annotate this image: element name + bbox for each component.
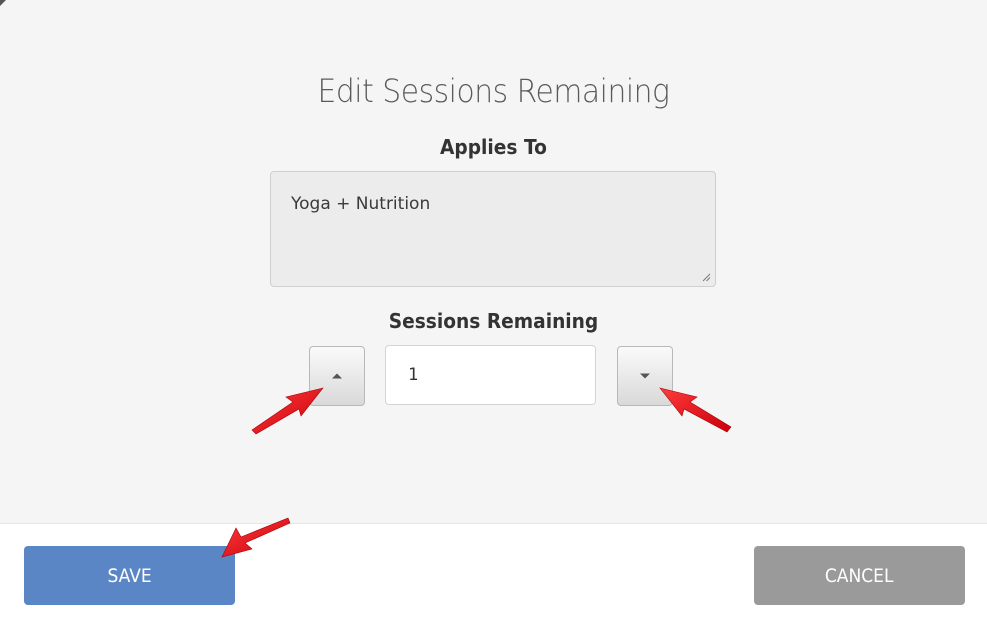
decrement-button[interactable]: [617, 346, 673, 406]
cancel-button[interactable]: CANCEL: [754, 546, 965, 605]
caret-up-icon: [332, 373, 342, 379]
sessions-remaining-label: Sessions Remaining: [388, 309, 599, 333]
resize-grip-icon[interactable]: [701, 272, 711, 282]
applies-to-value: Yoga + Nutrition: [291, 194, 431, 214]
sessions-remaining-input[interactable]: [385, 345, 596, 405]
increment-button[interactable]: [309, 346, 365, 406]
applies-to-label: Applies To: [440, 135, 547, 159]
caret-down-icon: [640, 373, 650, 379]
save-button[interactable]: SAVE: [24, 546, 235, 605]
corner-mark: [0, 0, 6, 6]
modal-body: Edit Sessions Remaining Applies To Yoga …: [0, 0, 987, 524]
applies-to-textarea[interactable]: Yoga + Nutrition: [270, 171, 716, 287]
save-button-label: SAVE: [107, 564, 152, 587]
cancel-button-label: CANCEL: [825, 564, 894, 587]
dialog-title: Edit Sessions Remaining: [317, 72, 670, 110]
